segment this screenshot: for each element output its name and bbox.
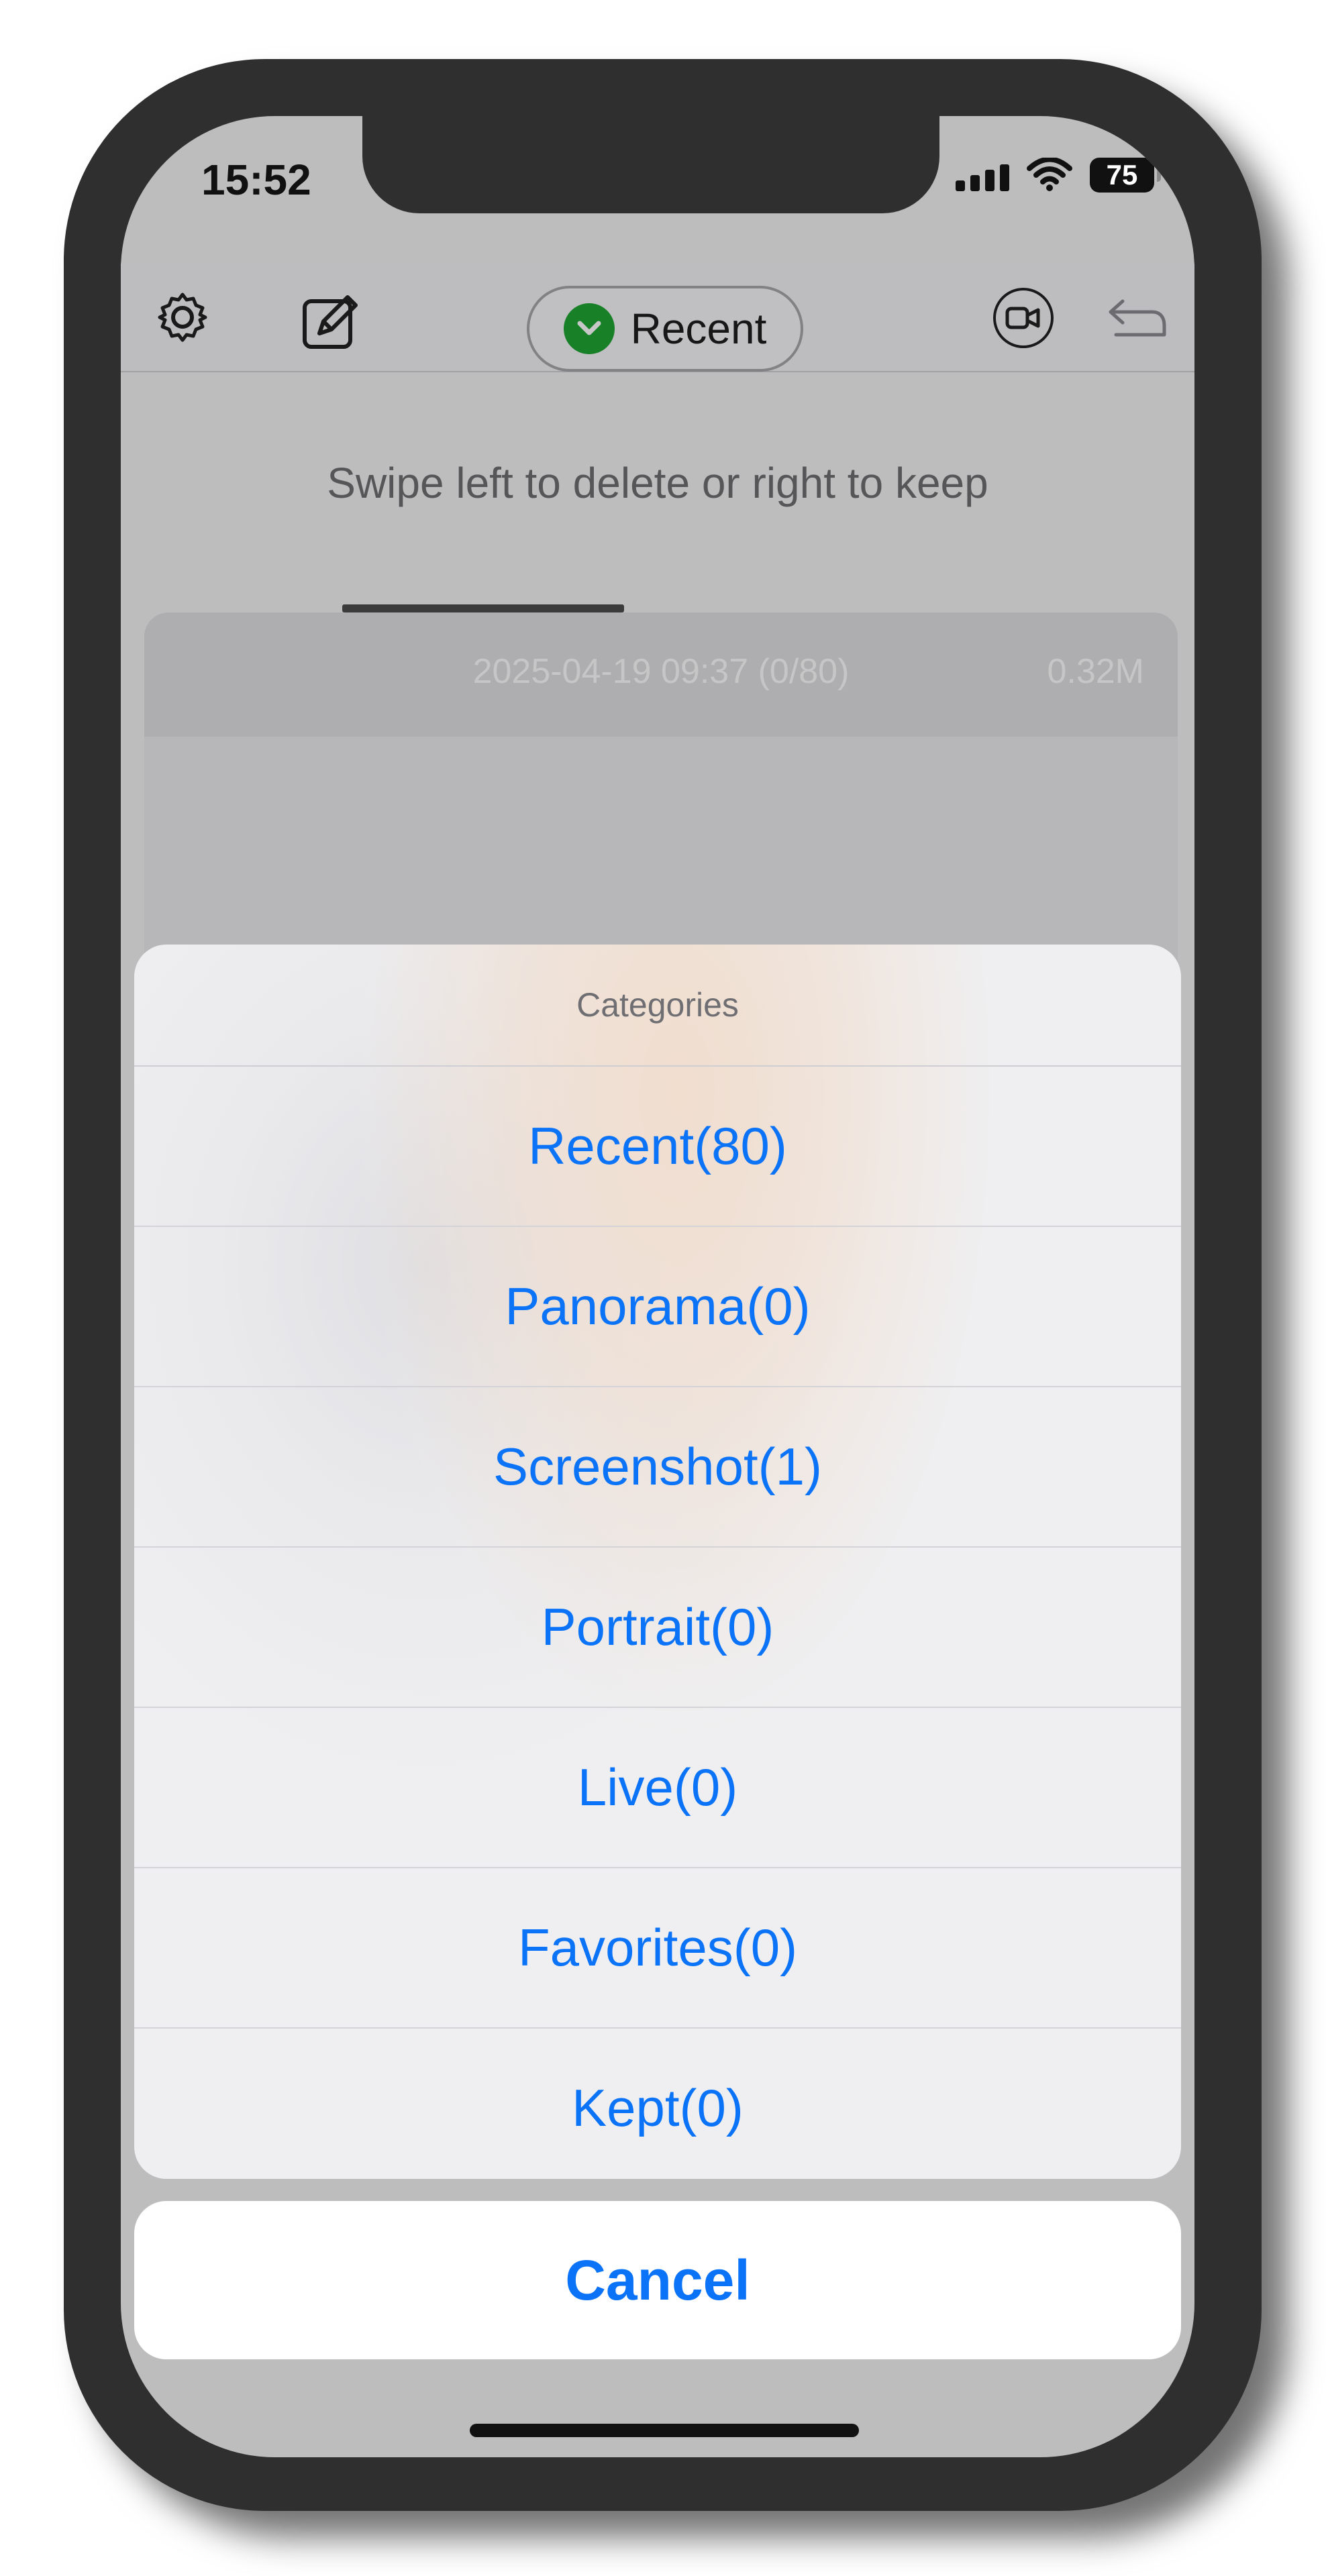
category-option-screenshot[interactable]: Screenshot(1) bbox=[134, 1387, 1181, 1548]
home-indicator[interactable] bbox=[470, 2424, 859, 2437]
cancel-button[interactable]: Cancel bbox=[134, 2201, 1181, 2359]
app-screen: 15:52 75 Recent Swipe left to delete or … bbox=[121, 116, 1194, 2457]
cellular-icon bbox=[956, 159, 1009, 191]
notch bbox=[362, 116, 939, 213]
category-option-favorites[interactable]: Favorites(0) bbox=[134, 1868, 1181, 2029]
status-time: 15:52 bbox=[201, 156, 311, 204]
categories-action-sheet: Categories Recent(80) Panorama(0) Screen… bbox=[134, 945, 1181, 2179]
status-icons: 75 bbox=[956, 158, 1161, 193]
battery-icon: 75 bbox=[1090, 158, 1161, 193]
category-option-live[interactable]: Live(0) bbox=[134, 1708, 1181, 1868]
category-option-portrait[interactable]: Portrait(0) bbox=[134, 1548, 1181, 1708]
wifi-icon bbox=[1025, 158, 1074, 193]
category-option-recent[interactable]: Recent(80) bbox=[134, 1067, 1181, 1227]
action-sheet-title: Categories bbox=[134, 945, 1181, 1067]
category-option-panorama[interactable]: Panorama(0) bbox=[134, 1227, 1181, 1387]
category-option-kept[interactable]: Kept(0) bbox=[134, 2029, 1181, 2179]
